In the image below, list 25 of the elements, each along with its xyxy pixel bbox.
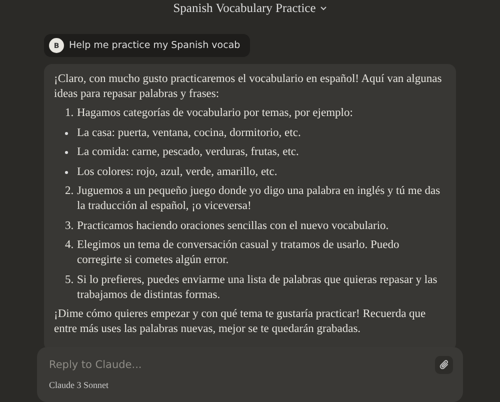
bullet-icon [65, 132, 68, 134]
list-number: 2. [65, 184, 75, 199]
list-number: 4. [65, 238, 75, 253]
list-item-text: Hagamos categorías de vocabulario por temas, por ejemplo: [77, 106, 354, 121]
attach-button[interactable] [435, 356, 453, 374]
bullet-icon [65, 151, 68, 154]
chat-title[interactable]: Spanish Vocabulary Practice [173, 1, 316, 16]
model-selector[interactable]: Claude 3 Sonnet [49, 380, 108, 390]
user-message-text: Help me practice my Spanish vocab [69, 40, 240, 51]
message-paragraph: ¡Dime cómo quieres empezar y con qué tema te gustaría practicar! Recuerda que entre más uses las palabras nuevas, mejor se te quedarán grabadas. [54, 307, 427, 337]
list-item-text: La comida: carne, pescado, verduras, frutas, etc. [77, 145, 300, 160]
list-item-text: La casa: puerta, ventana, cocina, dormitorio, etc. [77, 126, 302, 140]
reply-input-field[interactable]: Reply to Claude... [49, 359, 435, 371]
list-number: 5. [65, 272, 75, 288]
list-item-text: Juguemos a un pequeño juego donde yo digo una palabra en inglés y tú me das la traducción al español, ¡o viceversa! [77, 184, 442, 214]
paperclip-icon [438, 359, 450, 371]
list-item-text: Si lo prefieres, puedes enviarme una lista de palabras que quieras repasar y las trabajamos de distintas formas. [77, 272, 438, 302]
list-number: 1. [65, 106, 75, 121]
list-item-text: Practicamos haciendo oraciones sencillas con el nuevo vocabulario. [77, 218, 390, 234]
list-item-text: Elegimos un tema de conversación casual y tratamos de usarlo. Puedo corregirte si cometes algún error. [77, 238, 400, 268]
list-number: 3. [65, 218, 75, 234]
chevron-down-icon[interactable] [320, 6, 327, 11]
message-paragraph: ¡Claro, con mucho gusto practicaremos el vocabulario en español! Aquí van algunas ideas para repasar palabras y frases: [54, 72, 443, 102]
list-item-text: Los colores: rojo, azul, verde, amarillo, etc. [77, 164, 278, 180]
bullet-icon [65, 170, 68, 174]
